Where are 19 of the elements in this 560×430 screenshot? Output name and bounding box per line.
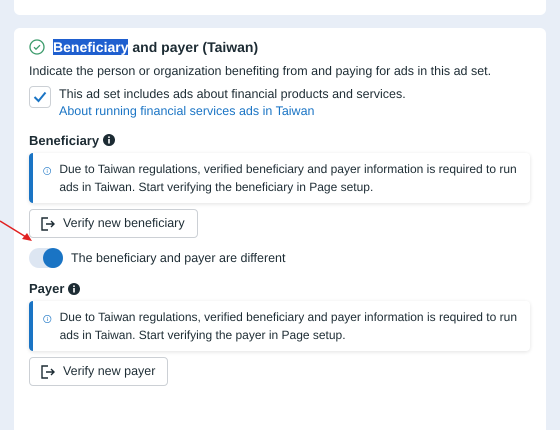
verify-button[interactable]: Verify new beneficiary	[29, 209, 198, 238]
checkbox-label: This ad set includes ads about financial products and services.	[59, 86, 406, 103]
section-label: Beneficiary	[29, 132, 100, 150]
verify-button[interactable]: Verify new payer	[29, 357, 168, 386]
checkmark-icon	[33, 90, 47, 103]
help-link[interactable]: About running financial services ads in Taiwan	[59, 102, 314, 120]
info-icon[interactable]	[68, 282, 80, 295]
annotation-arrow	[0, 218, 34, 244]
section-label: Payer	[29, 280, 64, 298]
toggle-switch[interactable]	[29, 248, 63, 268]
description-text: Indicate the person or organization benefiting from and paying for ads in this ad set.	[29, 62, 492, 80]
toggle-label: The beneficiary and payer are different	[71, 250, 286, 266]
exit-icon	[39, 216, 55, 232]
exit-icon	[39, 364, 55, 380]
section-heading: Beneficiary and payer (Taiwan)	[53, 38, 258, 57]
checkbox[interactable]	[29, 86, 51, 108]
info-icon[interactable]	[103, 134, 116, 146]
notice-text: Due to Taiwan regulations, verified beneficiary and payer information is required to run ads in Taiwan. Start verifying the beneficiary in Page setup.	[59, 161, 518, 196]
notice-text: Due to Taiwan regulations, verified beneficiary and payer information is required to run ads in Taiwan. Start verifying the payer in Page setup.	[60, 309, 518, 344]
